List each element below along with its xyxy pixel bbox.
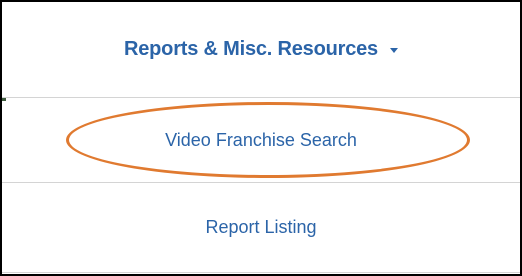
menu-item-label: Report Listing [205, 217, 317, 237]
reports-menu-toggle[interactable]: Reports & Misc. Resources [2, 2, 520, 97]
caret-down-icon [389, 48, 398, 53]
menu-item-video-franchise-search[interactable]: Video Franchise Search [2, 98, 520, 182]
menu-divider [2, 272, 520, 273]
dropdown-menu-panel: Reports & Misc. Resources Video Franchis… [0, 0, 522, 276]
menu-item-report-listing[interactable]: Report Listing [2, 183, 520, 272]
menu-item-label: Video Franchise Search [165, 129, 357, 150]
reports-menu-title: Reports & Misc. Resources [124, 38, 378, 60]
